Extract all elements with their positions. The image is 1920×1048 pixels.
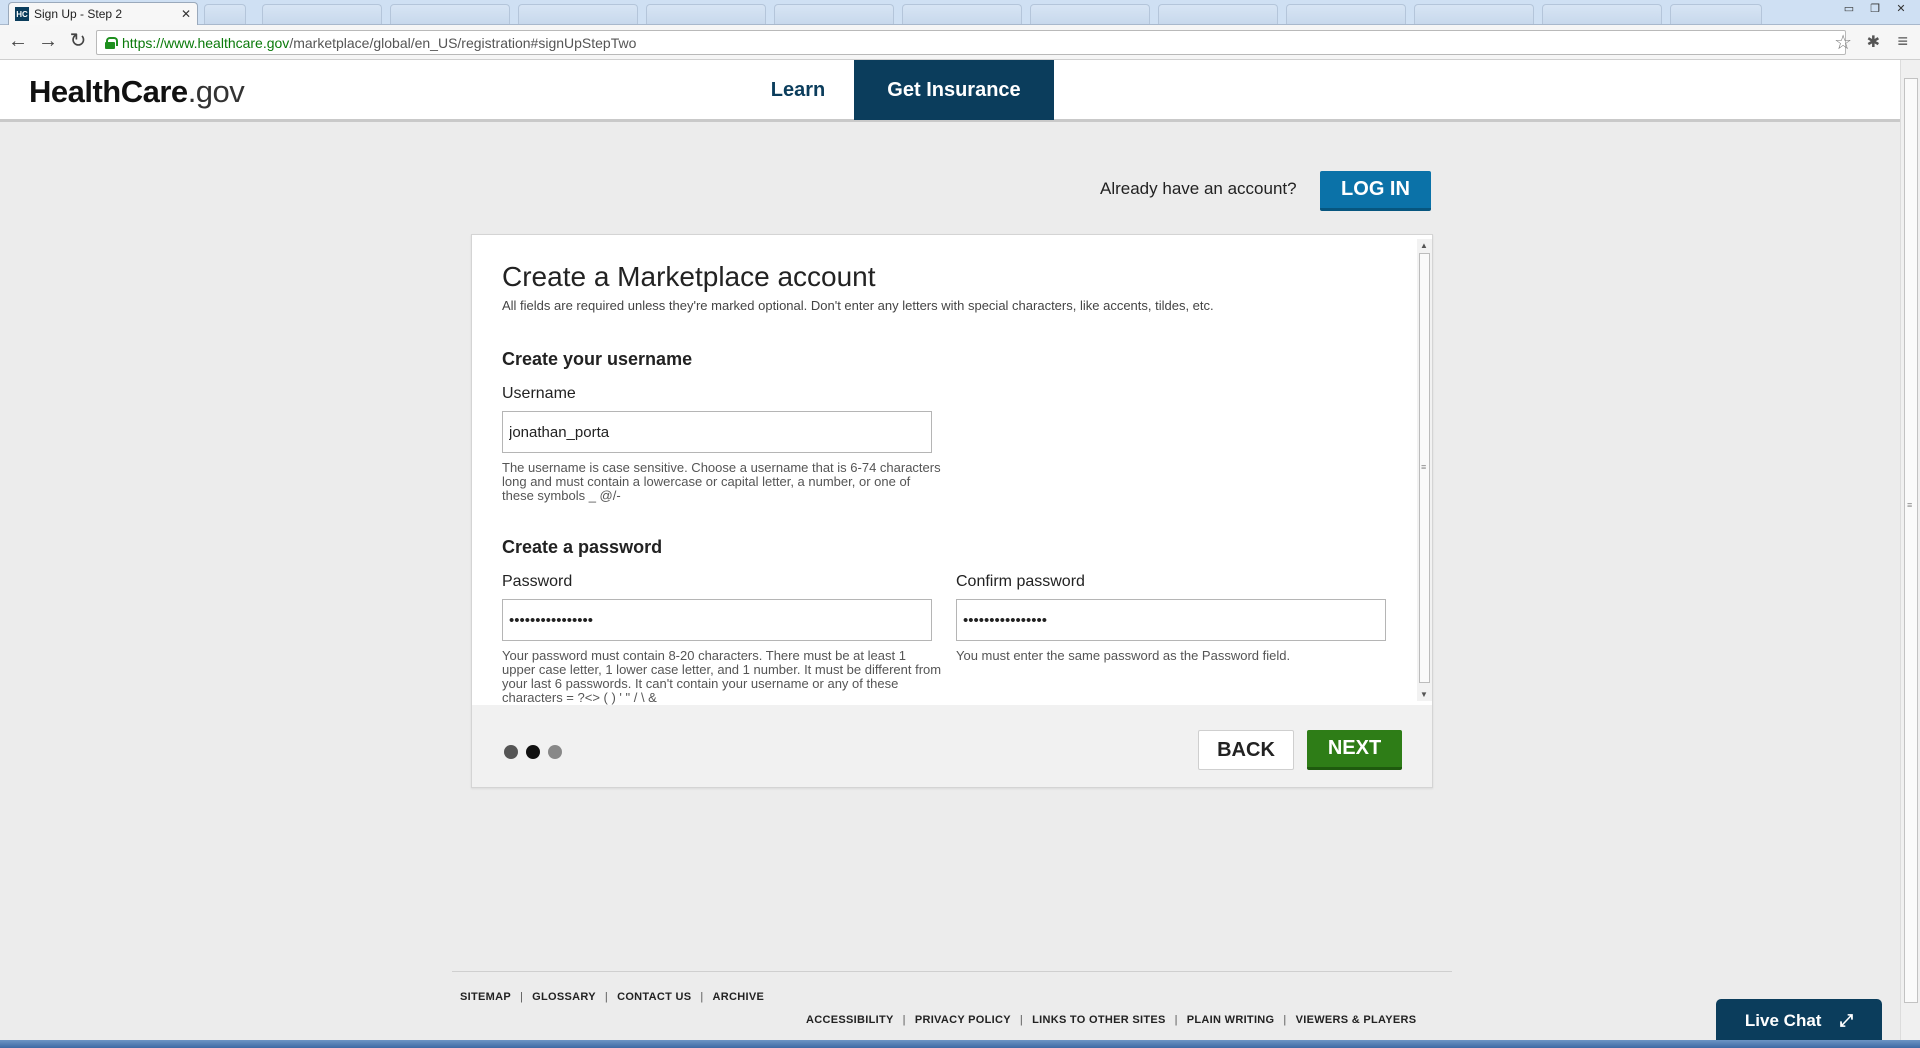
- logo-main: HealthCare: [29, 74, 188, 109]
- confirm-password-label: Confirm password: [956, 573, 1085, 590]
- username-label: Username: [502, 385, 576, 402]
- back-arrow-icon[interactable]: ←: [6, 30, 30, 54]
- live-chat-label: Live Chat: [1744, 1011, 1822, 1030]
- live-chat-button[interactable]: Live Chat ⤢: [1716, 999, 1882, 1043]
- bookmark-star-icon[interactable]: ☆: [1834, 30, 1852, 55]
- lock-icon: [105, 36, 118, 49]
- browser-tab-active[interactable]: HC Sign Up - Step 2 ✕: [8, 2, 198, 25]
- logo-suffix: .gov: [187, 74, 245, 109]
- address-bar[interactable]: https://www.healthcare.gov /marketplace/…: [96, 30, 1846, 55]
- password-hint: Your password must contain 8-20 characte…: [502, 648, 942, 705]
- page-scrollbar[interactable]: ≡: [1900, 60, 1920, 1048]
- nav-get-insurance[interactable]: Get Insurance: [854, 60, 1054, 120]
- footer-link-sitemap[interactable]: SITEMAP: [460, 991, 511, 1003]
- step-dot-current: [526, 745, 540, 759]
- window-controls: ▭ ❐ ✕: [1838, 1, 1912, 17]
- scroll-up-icon[interactable]: ▲: [1420, 241, 1428, 250]
- site-header: HealthCare.gov Learn Get Insurance: [0, 60, 1900, 122]
- healthcare-favicon-icon: HC: [15, 7, 29, 21]
- footer-link-archive[interactable]: ARCHIVE: [713, 991, 765, 1003]
- form-instructions: All fields are required unless they're m…: [502, 298, 1214, 313]
- tab-title: Sign Up - Step 2: [34, 7, 123, 21]
- footer-link-privacy-policy[interactable]: PRIVACY POLICY: [915, 1014, 1011, 1026]
- back-button[interactable]: BACK: [1198, 730, 1294, 770]
- close-window-icon[interactable]: ✕: [1890, 1, 1912, 17]
- username-hint: The username is case sensitive. Choose a…: [502, 460, 941, 503]
- forward-arrow-icon[interactable]: →: [36, 30, 60, 54]
- os-taskbar: [0, 1040, 1920, 1048]
- footer-link-other-sites[interactable]: LINKS TO OTHER SITES: [1032, 1014, 1166, 1026]
- browser-tab-background[interactable]: [1030, 4, 1150, 24]
- already-have-account-text: Already have an account?: [1100, 179, 1297, 198]
- page-title: Create a Marketplace account: [502, 261, 876, 292]
- form-footer: BACK NEXT: [472, 705, 1432, 787]
- browser-toolbar: ← → ↻ https://www.healthcare.gov /market…: [0, 25, 1920, 60]
- browser-tab-background[interactable]: [262, 4, 382, 24]
- nav-learn[interactable]: Learn: [742, 60, 854, 120]
- extension-icon[interactable]: ✱: [1867, 32, 1880, 52]
- browser-tab-background[interactable]: [1670, 4, 1762, 24]
- browser-tab-background[interactable]: [774, 4, 894, 24]
- footer-link-plain-writing[interactable]: PLAIN WRITING: [1187, 1014, 1275, 1026]
- new-tab-button[interactable]: [204, 4, 246, 24]
- scroll-down-icon[interactable]: ▼: [1420, 690, 1428, 699]
- password-label: Password: [502, 573, 573, 590]
- confirm-password-hint: You must enter the same password as the …: [956, 648, 1291, 663]
- step-dot: [504, 745, 518, 759]
- scrollbar-grip-icon: ≡: [1907, 500, 1913, 510]
- footer-link-accessibility[interactable]: ACCESSIBILITY: [806, 1014, 894, 1026]
- expand-icon: ⤢: [1839, 1011, 1854, 1030]
- username-section-heading: Create your username: [502, 349, 693, 369]
- step-dot: [548, 745, 562, 759]
- browser-tab-background[interactable]: [518, 4, 638, 24]
- step-indicator: [504, 745, 562, 759]
- page-scrollbar-thumb[interactable]: [1904, 78, 1918, 1003]
- browser-tab-background[interactable]: [1414, 4, 1534, 24]
- browser-tab-background[interactable]: [1158, 4, 1278, 24]
- username-input[interactable]: [502, 411, 932, 453]
- browser-tabstrip: HC Sign Up - Step 2 ✕ ▭ ❐ ✕: [0, 0, 1920, 25]
- footer-links-secondary: ACCESSIBILITY | PRIVACY POLICY | LINKS TO …: [806, 1014, 1417, 1026]
- footer-divider: [452, 971, 1452, 972]
- form-scrollbar-thumb[interactable]: ≡: [1419, 253, 1430, 683]
- browser-tab-background[interactable]: [646, 4, 766, 24]
- footer-link-contact-us[interactable]: CONTACT US: [617, 991, 691, 1003]
- browser-tab-background[interactable]: [902, 4, 1022, 24]
- login-button[interactable]: LOG IN: [1320, 171, 1431, 211]
- confirm-password-input[interactable]: [956, 599, 1386, 641]
- password-input[interactable]: [502, 599, 932, 641]
- browser-tab-background[interactable]: [1286, 4, 1406, 24]
- url-path: /marketplace/global/en_US/registration#s…: [289, 34, 637, 51]
- footer-link-glossary[interactable]: GLOSSARY: [532, 991, 596, 1003]
- form-scrollbar[interactable]: ▲ ≡ ▼: [1417, 239, 1432, 701]
- browser-tab-background[interactable]: [1542, 4, 1662, 24]
- next-button[interactable]: NEXT: [1307, 730, 1402, 770]
- footer-links-primary: SITEMAP | GLOSSARY | CONTACT US | ARCHIVE: [460, 991, 765, 1003]
- tab-close-icon[interactable]: ✕: [181, 7, 191, 21]
- healthcare-logo[interactable]: HealthCare.gov: [29, 74, 245, 110]
- footer-link-viewers-players[interactable]: VIEWERS & PLAYERS: [1296, 1014, 1417, 1026]
- signup-card: Create a Marketplace account All fields …: [471, 234, 1433, 788]
- scrollbar-grip-icon: ≡: [1421, 462, 1427, 472]
- reload-icon[interactable]: ↻: [66, 30, 90, 54]
- menu-icon[interactable]: ≡: [1897, 31, 1908, 52]
- restore-icon[interactable]: ❐: [1864, 1, 1886, 17]
- browser-tab-background[interactable]: [390, 4, 510, 24]
- minimize-icon[interactable]: ▭: [1838, 1, 1860, 17]
- form-scroll-area[interactable]: Create a Marketplace account All fields …: [472, 235, 1417, 705]
- password-section-heading: Create a password: [502, 537, 663, 557]
- url-host: https://www.healthcare.gov: [122, 34, 290, 51]
